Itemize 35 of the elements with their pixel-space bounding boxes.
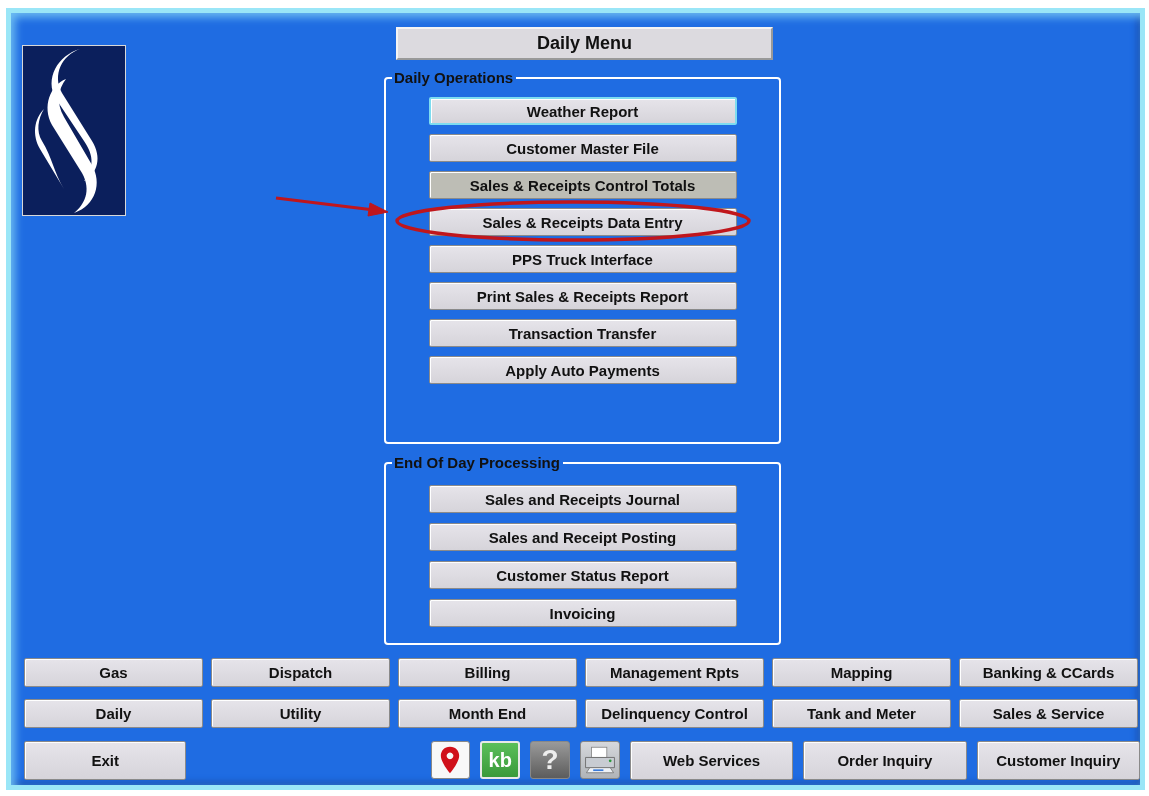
menu-button[interactable]: Weather Report [428, 97, 737, 125]
menu-button[interactable]: Customer Master File [428, 134, 737, 162]
printer-icon [582, 745, 617, 775]
nav-button[interactable]: Tank and Meter [772, 699, 951, 728]
menu-button[interactable]: PPS Truck Interface [428, 245, 737, 273]
toolbar-button[interactable]: Order Inquiry [803, 740, 967, 780]
nav-button[interactable]: Daily [24, 699, 203, 728]
menu-button[interactable]: Apply Auto Payments [428, 356, 737, 384]
nav-button[interactable]: Management Rpts [585, 658, 764, 687]
menu-button[interactable]: Sales and Receipts Journal [428, 485, 737, 513]
map-pin-icon [440, 745, 461, 775]
toolbar-button[interactable]: Customer Inquiry [976, 740, 1140, 780]
exit-button[interactable]: Exit [24, 740, 187, 780]
printer-button[interactable] [580, 741, 620, 779]
toolbar-button[interactable]: Web Services [629, 740, 794, 780]
nav-button[interactable]: Utility [211, 699, 390, 728]
window-title: Daily Menu [396, 27, 773, 60]
map-pin-button[interactable] [430, 741, 471, 779]
nav-button[interactable]: Billing [398, 658, 577, 687]
menu-button[interactable]: Customer Status Report [428, 561, 737, 589]
menu-button[interactable]: Sales and Receipt Posting [428, 523, 737, 551]
menu-button[interactable]: Invoicing [428, 599, 737, 627]
nav-button[interactable]: Sales & Service [959, 699, 1138, 728]
menu-button[interactable]: Sales & Receipts Control Totals [428, 171, 737, 199]
nav-button[interactable]: Dispatch [211, 658, 390, 687]
nav-button[interactable]: Banking & CCards [959, 658, 1138, 687]
menu-button[interactable]: Transaction Transfer [428, 319, 737, 347]
nav-button[interactable]: Mapping [772, 658, 951, 687]
group-title: End Of Day Processing [392, 454, 563, 472]
menu-button[interactable]: Sales & Receipts Data Entry [428, 208, 737, 236]
nav-button[interactable]: Gas [24, 658, 203, 687]
group-title: Daily Operations [392, 69, 517, 87]
nav-button[interactable]: Delinquency Control [585, 699, 764, 728]
menu-button[interactable]: Print Sales & Receipts Report [428, 282, 737, 310]
nav-button[interactable]: Month End [398, 699, 577, 728]
